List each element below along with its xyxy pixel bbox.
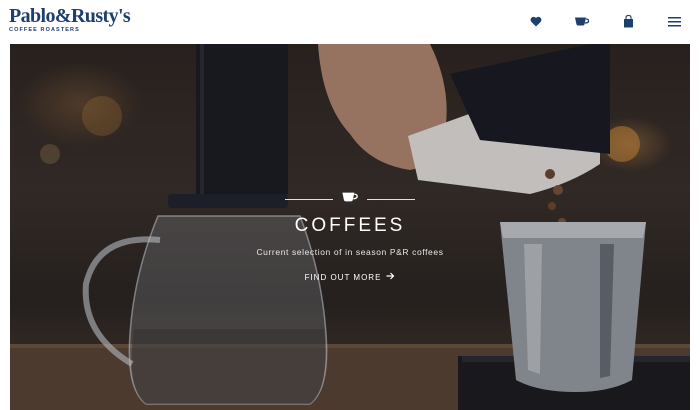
hero-title: COFFEES [294, 215, 406, 236]
coffee-cup-icon [341, 190, 359, 208]
logo-tagline: COFFEE ROASTERS [9, 27, 80, 33]
hero-content: COFFEES Current selection of in season P… [10, 190, 690, 285]
find-out-more-label: FIND OUT MORE [304, 272, 382, 282]
heart-icon[interactable] [526, 11, 546, 31]
arrow-right-icon [386, 272, 395, 282]
site-header: Pablo&Rusty's COFFEE ROASTERS [0, 0, 700, 44]
divider-line-left [285, 198, 333, 200]
find-out-more-link[interactable]: FIND OUT MORE [305, 272, 396, 282]
logo[interactable]: Pablo&Rusty's COFFEE ROASTERS [9, 5, 131, 33]
header-nav [526, 11, 684, 31]
logo-name: Pablo&Rusty's [9, 5, 131, 27]
cup-icon[interactable] [572, 11, 592, 31]
bag-icon[interactable] [618, 11, 638, 31]
hero-banner: COFFEES Current selection of in season P… [10, 44, 690, 410]
menu-icon[interactable] [664, 11, 684, 31]
hero-cup-divider [10, 190, 690, 208]
divider-line-right [367, 198, 415, 200]
hero-subtitle: Current selection of in season P&R coffe… [256, 247, 444, 257]
